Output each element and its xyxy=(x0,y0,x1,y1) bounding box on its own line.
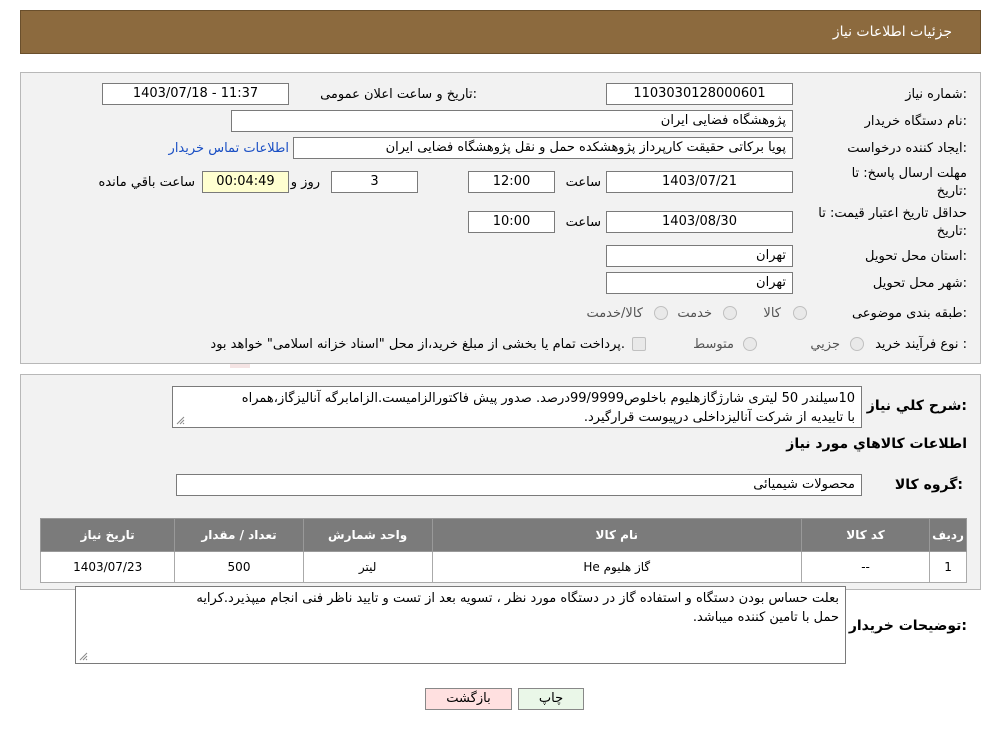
validity-label: حداقل تاریخ اعتبار قیمت: تا xyxy=(818,206,967,221)
process-note: پرداخت تمام یا بخشی از مبلغ خرید،از محل … xyxy=(210,337,625,352)
description-text: 10سیلندر 50 لیتری شارژگازهلیوم باخلوص99/… xyxy=(172,386,862,428)
category-radio-goods-service[interactable] xyxy=(654,306,668,320)
description-line-1: 10سیلندر 50 لیتری شارژگازهلیوم باخلوص99/… xyxy=(241,391,855,406)
cell-unit: لیتر xyxy=(302,551,433,583)
creator-label: ایجاد کننده درخواست: xyxy=(847,141,967,156)
items-table: رديف کد کالا نام کالا واحد شمارش تعداد /… xyxy=(39,518,967,583)
creator-field: پویا برکاتی حقیقت کارپرداز پژوهشکده حمل … xyxy=(293,137,793,159)
buyer-notes-text: بعلت حساس بودن دستگاه و استفاده گاز در د… xyxy=(75,586,846,664)
buyer-notes-line-1: بعلت حساس بودن دستگاه و استفاده گاز در د… xyxy=(196,591,839,606)
deadline-label-date: تاریخ: xyxy=(936,184,967,199)
category-radio-goods[interactable] xyxy=(793,306,807,320)
announce-label: تاریخ و ساعت اعلان عمومی: xyxy=(320,87,477,102)
announce-field: 1403/07/18 - 11:37 xyxy=(102,83,289,105)
days-label: روز و xyxy=(290,175,320,190)
back-button[interactable]: بازگشت xyxy=(425,688,512,710)
days-field: 3 xyxy=(331,171,418,193)
table-row: 1 -- گاز هلیوم He لیتر 500 1403/07/23 xyxy=(39,551,967,583)
goods-group-field: محصولات شیمیائی xyxy=(176,474,862,496)
col-unit: واحد شمارش xyxy=(302,518,433,552)
goods-section-title: اطلاعات کالاهاي مورد نياز xyxy=(786,436,967,452)
validity-label-date: تاریخ: xyxy=(936,224,967,239)
need-number-label: شماره نیاز: xyxy=(905,87,967,102)
province-label: استان محل تحویل: xyxy=(865,249,967,264)
process-option-minor: جزیي xyxy=(810,337,840,352)
category-label: طبقه بندی موضوعی: xyxy=(851,306,967,321)
page-title: جزئیات اطلاعات نیاز xyxy=(832,24,952,40)
category-option-service: خدمت xyxy=(677,306,712,321)
buyer-notes-line-2: حمل با تامین کننده میباشد. xyxy=(692,610,839,625)
buyer-contact-link[interactable]: اطلاعات تماس خریدار xyxy=(169,141,289,156)
process-radio-minor[interactable] xyxy=(850,337,864,351)
province-field: تهران xyxy=(606,245,793,267)
cell-qty: 500 xyxy=(174,551,304,583)
cell-date: 1403/07/23 xyxy=(39,551,176,583)
col-code: کد کالا xyxy=(800,518,931,552)
process-radio-medium[interactable] xyxy=(743,337,757,351)
resize-grip-icon[interactable] xyxy=(78,651,88,661)
process-option-medium: متوسط xyxy=(693,337,734,352)
city-label: شهر محل تحویل: xyxy=(872,276,967,291)
deadline-time-field: 12:00 xyxy=(468,171,555,193)
print-button[interactable]: چاپ xyxy=(518,688,584,710)
buyer-org-field: پژوهشگاه فضایی ایران xyxy=(231,110,793,132)
cell-row: 1 xyxy=(929,551,967,583)
need-number-field: 1103030128000601 xyxy=(606,83,793,105)
process-treasury-checkbox[interactable] xyxy=(632,337,646,351)
city-field: تهران xyxy=(606,272,793,294)
deadline-date-field: 1403/07/21 xyxy=(606,171,793,193)
validity-time-field: 10:00 xyxy=(468,211,555,233)
col-name: نام کالا xyxy=(431,518,803,552)
resize-grip-icon[interactable] xyxy=(175,415,185,425)
cell-code: -- xyxy=(800,551,931,583)
deadline-time-label: ساعت xyxy=(565,175,601,190)
description-label: شرح کلي نياز: xyxy=(866,398,967,414)
validity-date-field: 1403/08/30 xyxy=(606,211,793,233)
table-header-row: رديف کد کالا نام کالا واحد شمارش تعداد /… xyxy=(39,518,967,552)
col-date: تاریخ نیاز xyxy=(39,518,176,552)
page-header: جزئیات اطلاعات نیاز xyxy=(20,10,981,54)
category-radio-service[interactable] xyxy=(723,306,737,320)
process-label: نوع فرآیند خرید : xyxy=(875,337,967,352)
col-qty: تعداد / مقدار xyxy=(174,518,304,552)
remaining-time-label: ساعت باقي مانده xyxy=(98,175,195,190)
category-option-goods-service: کالا/خدمت xyxy=(586,306,643,321)
col-row: رديف xyxy=(929,518,967,552)
remaining-time-field: 00:04:49 xyxy=(202,171,289,193)
category-option-goods: کالا xyxy=(763,306,781,321)
validity-time-label: ساعت xyxy=(565,215,601,230)
deadline-label: مهلت ارسال پاسخ: تا xyxy=(851,166,967,181)
description-line-2: با تاییدیه از شرکت آنالیزداخلی درپیوست ق… xyxy=(583,410,855,425)
goods-group-label: گروه کالا: xyxy=(894,477,963,493)
buyer-org-label: نام دستگاه خریدار: xyxy=(864,114,967,129)
cell-name: گاز هلیوم He xyxy=(431,551,803,583)
buyer-notes-label: توضیحات خریدار: xyxy=(848,618,967,634)
